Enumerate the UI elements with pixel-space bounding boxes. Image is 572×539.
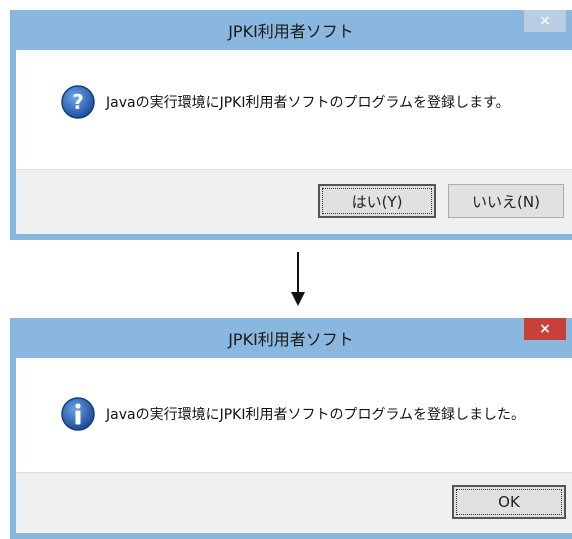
button-bar: はい(Y) いいえ(N) xyxy=(16,169,572,234)
dialog-body: Javaの実行環境にJPKI利用者ソフトのプログラムを登録しました。 OK xyxy=(16,358,572,533)
svg-text:?: ? xyxy=(72,90,84,114)
message-text: Javaの実行環境にJPKI利用者ソフトのプログラムを登録します。 xyxy=(106,95,510,111)
message-text: Javaの実行環境にJPKI利用者ソフトのプログラムを登録しました。 xyxy=(106,407,526,423)
question-icon: ? xyxy=(61,85,95,119)
info-icon xyxy=(61,397,95,431)
close-button[interactable]: × xyxy=(524,318,566,340)
dialog-title: JPKI利用者ソフト xyxy=(228,330,354,349)
close-icon: × xyxy=(539,13,551,29)
dialog-title: JPKI利用者ソフト xyxy=(228,22,354,41)
message-row: Javaの実行環境にJPKI利用者ソフトのプログラムを登録しました。 xyxy=(60,396,525,432)
button-bar: OK xyxy=(16,472,572,533)
ok-button[interactable]: OK xyxy=(452,485,566,519)
dialog-body: ? Javaの実行環境にJPKI利用者ソフトのプログラムを登録します。 はい(Y… xyxy=(16,50,572,234)
title-bar: JPKI利用者ソフト xyxy=(10,10,572,50)
no-button[interactable]: いいえ(N) xyxy=(448,184,564,218)
message-row: ? Javaの実行環境にJPKI利用者ソフトのプログラムを登録します。 xyxy=(60,84,510,120)
close-icon: × xyxy=(539,321,551,337)
info-dialog: JPKI利用者ソフト × Javaの実行環境にJPKI利用者ソフトのプログラムを… xyxy=(10,318,572,539)
down-arrow-icon xyxy=(291,252,305,306)
yes-button[interactable]: はい(Y) xyxy=(318,184,436,218)
title-bar: JPKI利用者ソフト xyxy=(10,318,572,358)
confirm-dialog: JPKI利用者ソフト × ? Javaの実行環境にJPKI利用者ソフトのプログラ… xyxy=(10,10,572,240)
close-button[interactable]: × xyxy=(524,10,566,32)
